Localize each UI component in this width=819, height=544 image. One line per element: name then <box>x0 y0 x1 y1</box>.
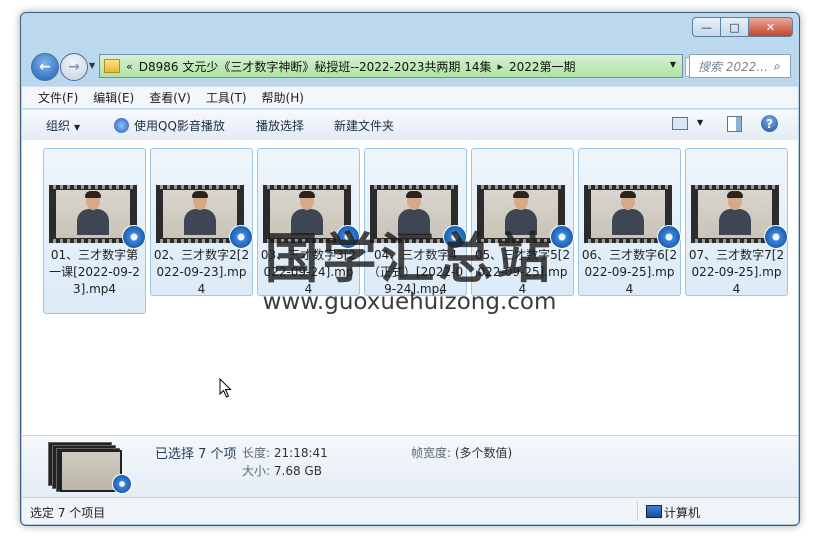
help-icon[interactable]: ? <box>761 115 778 132</box>
qq-player-badge-icon <box>443 225 467 249</box>
recent-pages-dropdown-icon[interactable]: ▼ <box>89 61 95 70</box>
back-arrow-icon: ← <box>39 59 51 75</box>
address-bar[interactable]: « D8986 文元少《三才数字神断》秘授班--2022-2023共两期 14集… <box>99 54 683 78</box>
breadcrumb-item-parent[interactable]: D8986 文元少《三才数字神断》秘授班--2022-2023共两期 14集 <box>139 58 492 75</box>
qq-player-badge-icon <box>112 474 132 494</box>
menu-bar: 文件(F) 编辑(E) 查看(V) 工具(T) 帮助(H) <box>22 86 798 108</box>
file-name: 07、三才数字7[2022-09-25].mp4 <box>688 248 785 296</box>
maximize-button[interactable]: □ <box>721 17 749 37</box>
forward-arrow-icon: → <box>68 59 80 75</box>
search-placeholder: 搜索 2022... <box>698 59 768 74</box>
file-tile-01[interactable]: 01、三才数字第一课[2022-09-23].mp4 <box>43 148 146 314</box>
menu-help[interactable]: 帮助(H) <box>262 89 304 106</box>
file-name: 05、三才数字5[2022-09-25].mp4 <box>474 248 571 296</box>
menu-view[interactable]: 查看(V) <box>149 89 191 106</box>
length-label: 长度: <box>242 446 271 460</box>
file-tile-06[interactable]: 06、三才数字6[2022-09-25].mp4 <box>578 148 681 296</box>
window-controls: — □ ✕ <box>692 17 793 37</box>
breadcrumb-overflow[interactable]: « <box>126 60 133 73</box>
menu-tools[interactable]: 工具(T) <box>206 89 247 106</box>
frame-width-field: 帧宽度: (多个数值) <box>411 444 512 461</box>
frame-width-label: 帧宽度: <box>411 446 452 460</box>
qq-player-badge-icon <box>764 225 788 249</box>
length-field: 长度: 21:18:41 <box>242 444 328 461</box>
file-view[interactable]: 01、三才数字第一课[2022-09-23].mp4 02、三才数字2[2022… <box>22 140 798 435</box>
file-tile-03[interactable]: 03、三才数字3[2022-09-24].mp4 <box>257 148 360 296</box>
forward-button[interactable]: → <box>60 53 88 81</box>
file-name: 03、三才数字3[2022-09-24].mp4 <box>260 248 357 296</box>
file-tile-04[interactable]: 04、三才数字4（正式）[2022-09-24].mp4 <box>364 148 467 296</box>
search-input[interactable]: 搜索 2022... ⌕ <box>689 54 791 78</box>
size-field: 大小: 7.68 GB <box>242 462 322 479</box>
file-name: 06、三才数字6[2022-09-25].mp4 <box>581 248 678 296</box>
menu-edit[interactable]: 编辑(E) <box>93 89 134 106</box>
view-dropdown-icon[interactable]: ▼ <box>697 118 703 127</box>
frame-width-value: (多个数值) <box>454 446 513 460</box>
length-value: 21:18:41 <box>273 446 328 460</box>
folder-icon <box>104 59 120 73</box>
qq-player-badge-icon <box>122 225 146 249</box>
qq-player-badge-icon <box>550 225 574 249</box>
search-icon[interactable]: ⌕ <box>774 59 790 74</box>
file-name: 02、三才数字2[2022-09-23].mp4 <box>153 248 250 296</box>
minimize-button[interactable]: — <box>692 17 721 37</box>
qq-player-badge-icon <box>657 225 681 249</box>
breadcrumb-separator-icon[interactable]: ▸ <box>497 60 503 73</box>
title-bar[interactable]: — □ ✕ <box>21 13 799 45</box>
breadcrumb-item-current[interactable]: 2022第一期 <box>509 58 576 75</box>
command-bar: 组织 ▼ 使用QQ影音播放 播放选择 新建文件夹 ▼ ? <box>22 109 798 141</box>
navigation-row: ← → ▼ « D8986 文元少《三才数字神断》秘授班--2022-2023共… <box>21 51 799 81</box>
status-text: 选定 7 个项目 <box>30 506 106 520</box>
view-options-icon[interactable] <box>672 117 688 130</box>
organize-button[interactable]: 组织 ▼ <box>46 117 80 134</box>
play-with-qq-label: 使用QQ影音播放 <box>134 119 225 133</box>
back-button[interactable]: ← <box>31 53 59 81</box>
chevron-down-icon: ▼ <box>74 123 81 132</box>
file-tile-07[interactable]: 07、三才数字7[2022-09-25].mp4 <box>685 148 788 296</box>
qq-player-badge-icon <box>336 225 360 249</box>
new-folder-button[interactable]: 新建文件夹 <box>334 117 394 134</box>
file-tile-05[interactable]: 05、三才数字5[2022-09-25].mp4 <box>471 148 574 296</box>
size-label: 大小: <box>242 464 271 478</box>
close-button[interactable]: ✕ <box>749 17 793 37</box>
preview-pane-icon[interactable] <box>727 116 742 132</box>
play-selection-button[interactable]: 播放选择 <box>256 117 304 134</box>
status-location: 计算机 <box>664 506 701 520</box>
address-dropdown-icon[interactable]: ▼ <box>670 60 676 69</box>
selection-thumbnail-stack <box>48 442 132 494</box>
computer-icon <box>646 505 662 518</box>
explorer-window: — □ ✕ ← → ▼ « D8986 文元少《三才数字神断》秘授班--2022… <box>20 12 800 526</box>
selected-count: 已选择 7 个项 <box>155 447 237 462</box>
qq-player-icon <box>114 118 129 133</box>
play-with-qq-button[interactable]: 使用QQ影音播放 <box>114 117 225 134</box>
organize-label: 组织 <box>46 119 71 133</box>
status-bar: 选定 7 个项目 计算机 <box>22 497 798 524</box>
size-value: 7.68 GB <box>273 464 322 478</box>
file-name: 01、三才数字第一课[2022-09-23].mp4 <box>49 248 140 296</box>
file-tile-02[interactable]: 02、三才数字2[2022-09-23].mp4 <box>150 148 253 296</box>
file-name: 04、三才数字4（正式）[2022-09-24].mp4 <box>367 248 464 296</box>
menu-file[interactable]: 文件(F) <box>38 89 78 106</box>
details-pane: 已选择 7 个项 长度: 21:18:41 大小: 7.68 GB 帧宽度: (… <box>22 435 798 498</box>
qq-player-badge-icon <box>229 225 253 249</box>
